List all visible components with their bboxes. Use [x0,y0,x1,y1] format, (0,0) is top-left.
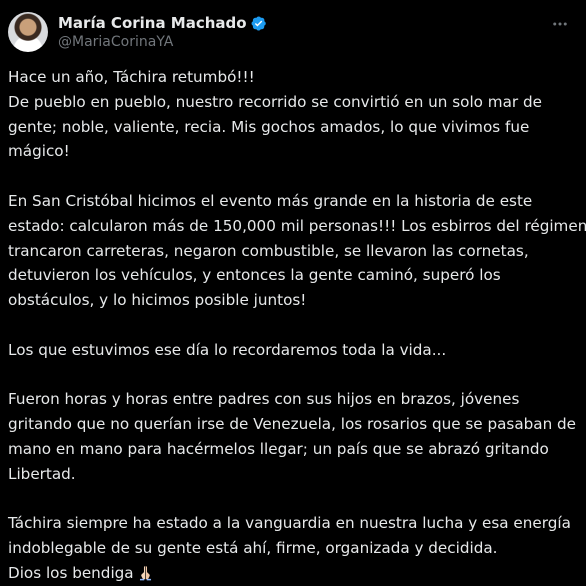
handle[interactable]: @MariaCorinaYA [58,34,267,50]
tweet-header: María Corina Machado @MariaCorinaYA [8,12,578,56]
text-line: estado: calcularon más de 150,000 mil pe… [8,216,586,235]
avatar[interactable] [8,12,48,52]
text-line: En San Cristóbal hicimos el evento más g… [8,191,533,210]
display-name[interactable]: María Corina Machado [58,14,247,32]
text-line: gente; noble, valiente, recia. Mis gocho… [8,117,530,136]
display-name-row: María Corina Machado [58,13,267,33]
text-line: Los que estuvimos ese día lo recordaremo… [8,340,447,359]
tweet-text: Hace un año, Táchira retumbó!!! De puebl… [8,65,586,586]
tweet-paragraph: Fueron horas y horas entre padres con su… [8,387,580,486]
text-line: Fueron horas y horas entre padres con su… [8,390,520,409]
author-names: María Corina Machado @MariaCorinaYA [58,13,267,50]
text-line: indoblegable de su gente está ahí, firme… [8,539,498,558]
text-line: Libertad. [8,464,76,483]
more-options-icon[interactable] [548,14,572,34]
text-line: Táchira siempre ha estado a la vanguardi… [8,514,571,533]
tweet-paragraph: Táchira siempre ha estado a la vanguardi… [8,511,580,585]
tweet-paragraph: Los que estuvimos ese día lo recordaremo… [8,338,580,363]
folded-hands-emoji [139,566,151,581]
tweet-paragraph: Hace un año, Táchira retumbó!!! De puebl… [8,65,580,164]
text-line: trancaron carreteras, negaron combustibl… [8,241,529,260]
text-line: Hace un año, Táchira retumbó!!! [8,68,255,86]
text-line: obstáculos, y lo hicimos posible juntos! [8,291,307,310]
tweet-paragraph: En San Cristóbal hicimos el evento más g… [8,189,586,313]
text-line: gritando que no querían irse de Venezuel… [8,415,577,434]
tweet: María Corina Machado @MariaCorinaYA Hace… [0,0,586,582]
verified-badge-icon [251,15,266,31]
text-line-with-emoji: Dios los bendiga [8,561,580,586]
text-line: De pueblo en pueblo, nuestro recorrido s… [8,92,542,111]
text-line: detuvieron los vehículos, y entonces la … [8,266,501,285]
text-line: mano en mano para hacérmelos llegar; un … [8,439,549,458]
more-dots-glyph [553,22,567,26]
text-line: mágico! [8,142,70,161]
text-line: Dios los bendiga [8,563,134,582]
